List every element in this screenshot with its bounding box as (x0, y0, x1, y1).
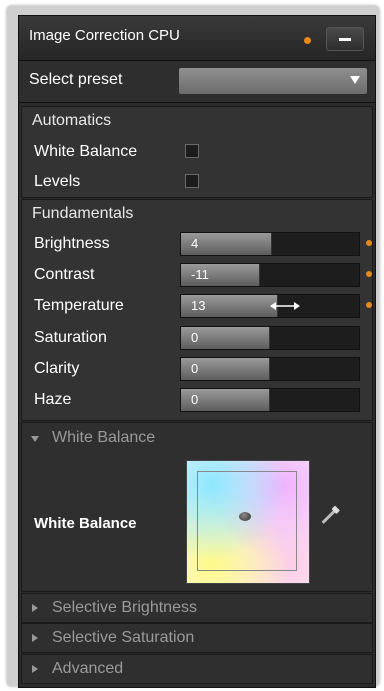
expand-arrow-icon (32, 665, 38, 673)
haze-slider[interactable]: 0 (180, 388, 360, 412)
white-balance-label: White Balance (34, 515, 137, 532)
temperature-value: 13 (191, 298, 206, 313)
expand-arrow-icon (32, 634, 38, 642)
automatics-title: Automatics (32, 112, 112, 129)
select-preset-label: Select preset (29, 71, 123, 88)
contrast-value: -11 (191, 267, 209, 282)
advanced-label: Advanced (52, 660, 124, 677)
panel-title: Image Correction CPU (29, 27, 180, 44)
white-balance-handle[interactable] (239, 512, 251, 521)
auto-white-balance-checkbox[interactable] (185, 144, 199, 158)
temperature-slider[interactable]: 13 (180, 294, 360, 318)
haze-label: Haze (34, 391, 72, 408)
contrast-modified-dot (366, 271, 372, 277)
saturation-value: 0 (191, 330, 199, 345)
selective-brightness-section[interactable]: Selective Brightness (21, 593, 373, 623)
white-balance-section-title[interactable]: White Balance (52, 429, 155, 447)
white-balance-picker-area[interactable] (197, 471, 297, 571)
selective-saturation-section[interactable]: Selective Saturation (21, 623, 373, 653)
preset-row: Select preset (19, 62, 375, 103)
temperature-modified-dot (366, 302, 372, 308)
collapse-button[interactable] (326, 27, 364, 51)
contrast-slider[interactable]: -11 (180, 263, 360, 287)
white-balance-color-picker[interactable] (186, 460, 310, 584)
minus-icon (339, 38, 351, 41)
saturation-label: Saturation (34, 329, 107, 346)
clarity-slider[interactable]: 0 (180, 357, 360, 381)
preset-dropdown[interactable] (179, 68, 367, 94)
brightness-modified-dot (366, 240, 372, 246)
selective-saturation-label: Selective Saturation (52, 629, 195, 646)
automatics-section: Automatics White Balance Levels (21, 106, 373, 198)
advanced-section[interactable]: Advanced (21, 654, 373, 684)
brightness-slider[interactable]: 4 (180, 232, 360, 256)
auto-levels-label: Levels (34, 173, 81, 190)
eyedropper-icon[interactable] (321, 509, 337, 524)
modified-indicator-dot (304, 37, 311, 44)
saturation-slider[interactable]: 0 (180, 326, 360, 350)
clarity-label: Clarity (34, 360, 80, 377)
brightness-value: 4 (191, 236, 199, 251)
haze-value: 0 (191, 392, 199, 407)
selective-brightness-label: Selective Brightness (52, 599, 197, 616)
panel-titlebar: Image Correction CPU (19, 16, 375, 61)
resize-cursor-icon (270, 302, 300, 310)
auto-white-balance-label: White Balance (34, 143, 138, 160)
auto-levels-checkbox[interactable] (185, 174, 199, 188)
clarity-value: 0 (191, 361, 199, 376)
contrast-label: Contrast (34, 266, 95, 283)
fundamentals-section: Fundamentals Brightness 4 Contrast -11 T… (21, 199, 373, 421)
white-balance-section: White Balance White Balance (21, 422, 373, 592)
expand-arrow-icon (32, 604, 38, 612)
expand-arrow-icon[interactable] (31, 436, 39, 442)
dropdown-arrow-icon (350, 76, 360, 84)
temperature-label: Temperature (34, 297, 124, 314)
image-correction-panel: Image Correction CPU Select preset Autom… (18, 15, 376, 688)
brightness-label: Brightness (34, 235, 110, 252)
fundamentals-title: Fundamentals (32, 205, 134, 222)
